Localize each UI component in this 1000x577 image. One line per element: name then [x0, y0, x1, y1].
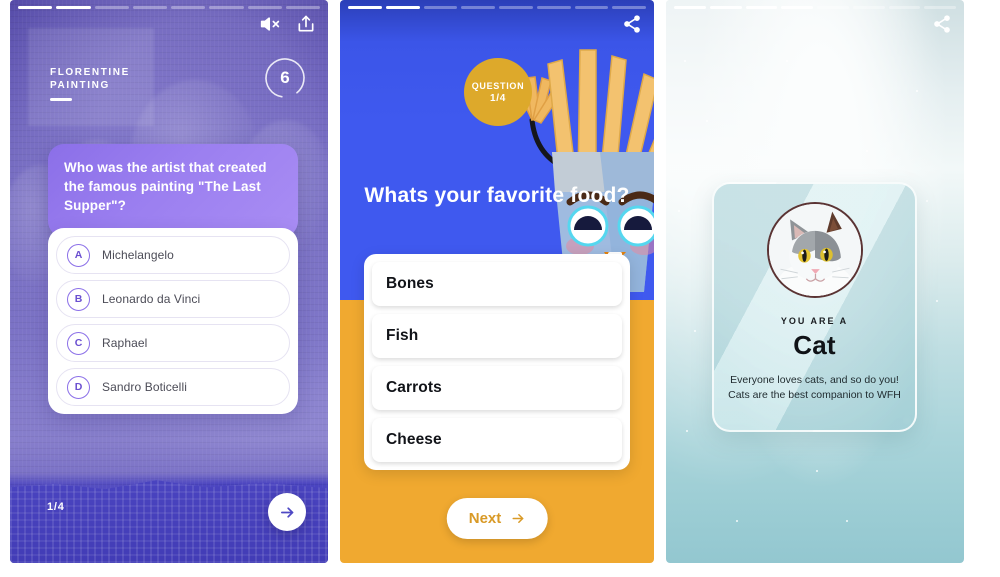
- answer-label: Sandro Boticelli: [102, 380, 187, 394]
- result-description-line-2: Cats are the best companion to WFH: [728, 389, 901, 401]
- progress-segment[interactable]: [745, 6, 778, 9]
- progress-segment[interactable]: [536, 6, 571, 9]
- progress-segment[interactable]: [56, 6, 91, 9]
- screenshot-stage: FLORENTINE PAINTING 6 Who was the artist…: [0, 0, 1000, 577]
- answer-option[interactable]: C Raphael: [56, 324, 290, 362]
- answer-option[interactable]: Cheese: [372, 418, 622, 462]
- answer-option[interactable]: B Leonardo da Vinci: [56, 280, 290, 318]
- sparkle: [846, 520, 848, 522]
- answer-option[interactable]: D Sandro Boticelli: [56, 368, 290, 406]
- question-number-badge: QUESTION 1/4: [464, 58, 532, 126]
- progress-segment[interactable]: [209, 6, 244, 9]
- countdown-timer: 6: [264, 57, 306, 99]
- answer-option[interactable]: A Michelangelo: [56, 236, 290, 274]
- arrow-right-icon: [280, 506, 293, 518]
- progress-segment[interactable]: [612, 6, 646, 9]
- progress-segment[interactable]: [674, 6, 706, 9]
- next-button-label: Next: [468, 510, 502, 527]
- answer-options-list: A Michelangelo B Leonardo da Vinci C Raphael D…: [48, 228, 298, 414]
- answer-options-list: Bones Fish Carrots Cheese: [364, 254, 630, 470]
- question-counter: 1/4: [47, 501, 65, 513]
- progress-segment[interactable]: [132, 6, 167, 9]
- answer-letter: D: [67, 375, 90, 399]
- result-card: YOU ARE A Cat Everyone loves cats, and s…: [712, 182, 917, 432]
- progress-segment[interactable]: [852, 6, 885, 9]
- sparkle: [916, 90, 918, 92]
- panel-top-icons: [260, 14, 316, 34]
- sparkle: [678, 210, 680, 212]
- answer-option[interactable]: Bones: [372, 262, 622, 306]
- badge-counter: 1/4: [489, 92, 506, 104]
- sparkle: [684, 60, 686, 62]
- sparkle: [694, 330, 696, 332]
- result-description-line-1: Everyone loves cats, and so do you!: [730, 374, 899, 386]
- sparkle: [926, 200, 928, 202]
- question-card: Who was the artist that created the famo…: [48, 144, 298, 237]
- answer-letter: B: [67, 287, 90, 311]
- progress-segment[interactable]: [171, 6, 206, 9]
- story-progress-bar[interactable]: [18, 6, 320, 9]
- answer-label: Raphael: [102, 336, 148, 350]
- progress-segment[interactable]: [348, 6, 382, 9]
- progress-segment[interactable]: [385, 6, 420, 9]
- progress-segment[interactable]: [423, 6, 458, 9]
- result-eyebrow: YOU ARE A: [780, 316, 849, 326]
- answer-option[interactable]: Fish: [372, 314, 622, 358]
- sparkle: [786, 60, 788, 62]
- question-title: Whats your favorite food?: [364, 184, 630, 207]
- sparkle: [936, 300, 938, 302]
- progress-segment[interactable]: [461, 6, 495, 9]
- panel-quiz-result-cat: YOU ARE A Cat Everyone loves cats, and s…: [666, 0, 964, 563]
- progress-segment[interactable]: [709, 6, 742, 9]
- sparkle: [706, 120, 708, 122]
- category-line-2: PAINTING: [50, 80, 110, 91]
- share-nodes-icon[interactable]: [622, 14, 642, 34]
- progress-segment[interactable]: [499, 6, 533, 9]
- arrow-right-icon: [512, 514, 523, 523]
- badge-label: QUESTION: [471, 80, 525, 91]
- progress-segment[interactable]: [924, 6, 956, 9]
- sparkle: [686, 430, 688, 432]
- cat-photo-icon: [768, 204, 861, 296]
- sparkle: [816, 470, 818, 472]
- panel-top-icons: [622, 14, 642, 34]
- progress-segment[interactable]: [888, 6, 921, 9]
- answer-letter: C: [67, 331, 90, 355]
- avatar: [766, 202, 863, 298]
- progress-segment[interactable]: [247, 6, 282, 9]
- answer-letter: A: [67, 243, 90, 267]
- progress-segment[interactable]: [817, 6, 849, 9]
- progress-segment[interactable]: [18, 6, 53, 9]
- category-underline: [50, 98, 72, 101]
- sparkle: [736, 520, 738, 522]
- next-button[interactable]: [268, 493, 306, 531]
- share-ios-icon[interactable]: [296, 14, 316, 34]
- panel-quiz-question-blue-orange: QUESTION 1/4 Whats your favorite food? B…: [340, 0, 654, 563]
- story-progress-bar[interactable]: [348, 6, 646, 9]
- category-line-1: FLORENTINE: [50, 67, 130, 78]
- answer-option[interactable]: Carrots: [372, 366, 622, 410]
- result-description: Everyone loves cats, and so do you! Cats…: [716, 373, 913, 403]
- timer-value: 6: [280, 68, 290, 87]
- mute-icon[interactable]: [260, 14, 280, 34]
- progress-segment[interactable]: [574, 6, 609, 9]
- progress-segment[interactable]: [781, 6, 813, 9]
- progress-segment[interactable]: [94, 6, 129, 9]
- next-button[interactable]: Next: [446, 498, 548, 539]
- panel-top-icons: [932, 14, 952, 34]
- answer-label: Leonardo da Vinci: [102, 292, 201, 306]
- story-progress-bar[interactable]: [674, 6, 956, 9]
- result-title: Cat: [793, 330, 836, 360]
- sparkle: [866, 150, 868, 152]
- progress-segment[interactable]: [285, 6, 320, 9]
- panel-quiz-question-purple: FLORENTINE PAINTING 6 Who was the artist…: [10, 0, 328, 563]
- share-nodes-icon[interactable]: [932, 14, 952, 34]
- quiz-category-label: FLORENTINE PAINTING: [50, 66, 130, 101]
- answer-label: Michelangelo: [102, 248, 174, 262]
